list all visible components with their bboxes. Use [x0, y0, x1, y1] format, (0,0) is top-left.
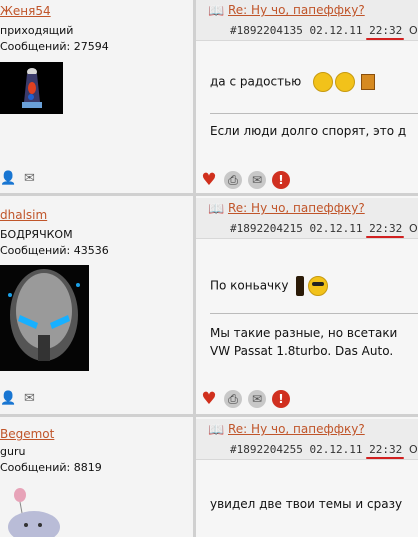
- highlight-underline: [366, 38, 404, 40]
- post-1: Женя54 приходящий Сообщений: 27594 👤 ✉ 📖…: [0, 0, 418, 193]
- post-title-link[interactable]: Re: Ну чо, папеффку?: [228, 3, 365, 17]
- message-count: Сообщений: 27594: [0, 40, 109, 53]
- post-meta-cut: О: [409, 222, 418, 235]
- user-rank: guru: [0, 445, 26, 458]
- beer-icon: [361, 74, 376, 90]
- warning-icon[interactable]: !: [272, 171, 290, 189]
- highlight-underline: [366, 457, 404, 459]
- avatar: [0, 485, 64, 537]
- user-rank: приходящий: [0, 24, 74, 37]
- warning-icon[interactable]: !: [272, 390, 290, 408]
- post-body: 📖 Re: Ну чо, папеффку? #1892204215 02.12…: [196, 196, 418, 414]
- signature-text-2: VW Passat 1.8turbo. Das Auto.: [210, 344, 394, 358]
- mail-icon[interactable]: ✉: [24, 392, 42, 406]
- post-text: По коньачку: [210, 276, 329, 296]
- user-panel: dhalsim БОДРЯЧКОМ Сообщений: 43536 👤 ✉: [0, 196, 193, 414]
- username-link[interactable]: dhalsim: [0, 208, 47, 222]
- post-body: 📖 Re: Ну чо, папеффку? #1892204255 02.12…: [196, 417, 418, 537]
- message-count: Сообщений: 8819: [0, 461, 102, 474]
- printer-icon[interactable]: ⎙: [224, 171, 242, 189]
- post-meta-cut: О: [409, 443, 418, 456]
- printer-icon[interactable]: ⎙: [224, 390, 242, 408]
- post-header: 📖 Re: Ну чо, папеффку? #1892204215 02.12…: [196, 198, 418, 239]
- bottle-icon: [296, 276, 305, 296]
- heart-icon[interactable]: ♥: [200, 390, 218, 408]
- envelope-icon[interactable]: ✉: [248, 171, 266, 189]
- post-title-link[interactable]: Re: Ну чо, папеффку?: [228, 201, 365, 215]
- book-icon: 📖: [208, 202, 225, 217]
- hippo-avatar: [8, 488, 60, 537]
- post-2: dhalsim БОДРЯЧКОМ Сообщений: 43536 👤 ✉ 📖…: [0, 196, 418, 414]
- post-meta: #1892204135 02.12.11 22:32: [230, 24, 403, 37]
- post-title-link[interactable]: Re: Ну чо, папеффку?: [228, 422, 365, 436]
- user-panel: Begemot guru Сообщений: 8819: [0, 417, 193, 537]
- user-rank: БОДРЯЧКОМ: [0, 228, 73, 241]
- book-icon: 📖: [208, 4, 225, 19]
- username-link[interactable]: Begemot: [0, 427, 54, 441]
- post-text: да с радостью: [210, 72, 376, 92]
- signature-divider: [210, 313, 418, 314]
- envelope-icon[interactable]: ✉: [248, 390, 266, 408]
- post-3: Begemot guru Сообщений: 8819 📖 Re: Ну чо…: [0, 417, 418, 537]
- signature-text: Если люди долго спорят, это д: [210, 124, 407, 138]
- book-icon: 📖: [208, 423, 225, 438]
- heart-icon[interactable]: ♥: [200, 171, 218, 189]
- add-user-icon[interactable]: 👤: [0, 172, 18, 186]
- user-panel: Женя54 приходящий Сообщений: 27594 👤 ✉: [0, 0, 193, 193]
- highlight-underline: [366, 236, 404, 238]
- post-meta: #1892204215 02.12.11 22:32: [230, 222, 403, 235]
- post-header: 📖 Re: Ну чо, папеффку? #1892204135 02.12…: [196, 0, 418, 41]
- post-meta: #1892204255 02.12.11 22:32: [230, 443, 403, 456]
- smiley-icon: [335, 72, 356, 92]
- post-body: 📖 Re: Ну чо, папеффку? #1892204135 02.12…: [196, 0, 418, 193]
- post-text: увидел две твои темы и сразу: [210, 497, 403, 511]
- robot-face-avatar: [0, 265, 89, 371]
- signature-text: Мы такие разные, но всетаки: [210, 326, 398, 340]
- cool-smiley-icon: [308, 276, 329, 296]
- username-link[interactable]: Женя54: [0, 4, 51, 18]
- avatar: [0, 62, 63, 114]
- lava-lamp-avatar: [0, 62, 63, 114]
- avatar: [0, 265, 89, 371]
- post-header: 📖 Re: Ну чо, папеффку? #1892204255 02.12…: [196, 419, 418, 460]
- post-meta-cut: О: [409, 24, 418, 37]
- signature-divider: [210, 113, 418, 114]
- add-user-icon[interactable]: 👤: [0, 392, 18, 406]
- mail-icon[interactable]: ✉: [24, 172, 42, 186]
- message-count: Сообщений: 43536: [0, 244, 109, 257]
- smiley-icon: [313, 72, 334, 92]
